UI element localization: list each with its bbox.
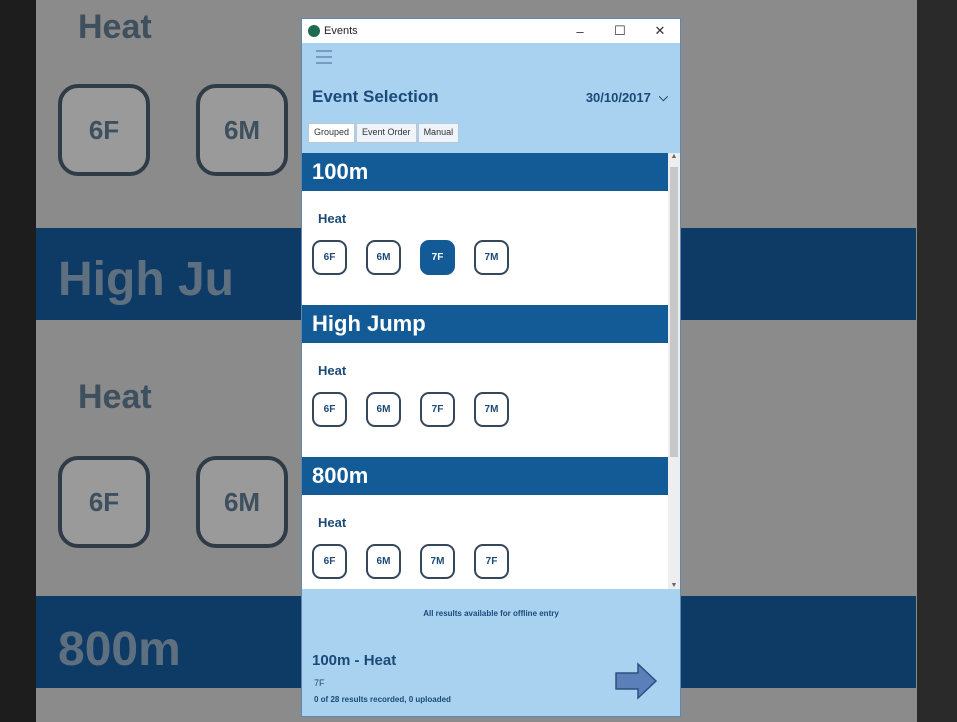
minimize-button[interactable]: –: [560, 24, 600, 39]
footer-panel: All results available for offline entry …: [302, 589, 680, 716]
date-picker[interactable]: 30/10/2017 ⌵: [586, 90, 668, 105]
event-group-high-jump: Heat 6F 6M 7F 7M: [302, 343, 668, 457]
heat-label: Heat: [318, 211, 347, 226]
heat-button-6m[interactable]: 6M: [366, 240, 401, 275]
heat-button-6f[interactable]: 6F: [312, 240, 347, 275]
bg-high-jump: High Ju: [58, 253, 234, 306]
page-title: Event Selection: [312, 87, 439, 106]
chevron-down-icon: ⌵: [658, 89, 668, 104]
heat-button-7f[interactable]: 7F: [474, 544, 509, 579]
bg-800m: 800m: [58, 623, 181, 676]
heat-button-6f[interactable]: 6F: [312, 544, 347, 579]
right-arrow-icon[interactable]: [614, 661, 658, 701]
heat-button-6f[interactable]: 6F: [312, 392, 347, 427]
heat-button-6m[interactable]: 6M: [366, 392, 401, 427]
heat-button-6m[interactable]: 6M: [366, 544, 401, 579]
heat-button-7m[interactable]: 7M: [474, 392, 509, 427]
close-button[interactable]: ✕: [640, 23, 680, 39]
bg-btn-6f-2: 6F: [58, 456, 150, 548]
vertical-scrollbar[interactable]: ▲ ▼: [668, 153, 680, 589]
scroll-up-icon[interactable]: ▲: [668, 153, 680, 160]
bg-heat-mid: Heat: [78, 378, 152, 416]
event-list[interactable]: 100m Heat 6F 6M 7F 7M High Jump Heat 6F …: [302, 153, 668, 589]
bg-heat-top: Heat: [78, 8, 152, 46]
heat-button-row: 6F 6M 7F 7M: [302, 378, 668, 427]
bg-btn-6m: 6M: [196, 84, 288, 176]
left-black-bar: [0, 0, 36, 722]
event-group-800m: Heat 6F 6M 7M 7F: [302, 495, 668, 589]
app-logo-icon: [308, 25, 320, 37]
scroll-down-icon[interactable]: ▼: [668, 582, 680, 589]
menu-row: [302, 43, 680, 71]
title-bar: Events – ☐ ✕: [302, 19, 680, 43]
heat-button-7f[interactable]: 7F: [420, 392, 455, 427]
selected-event-title: 100m - Heat: [312, 652, 397, 669]
tab-manual[interactable]: Manual: [417, 123, 460, 143]
bg-btn-6f: 6F: [58, 84, 150, 176]
offline-note: All results available for offline entry: [423, 609, 559, 618]
results-status: 0 of 28 results recorded, 0 uploaded: [314, 695, 451, 704]
heat-label: Heat: [318, 515, 347, 530]
heat-button-7m[interactable]: 7M: [474, 240, 509, 275]
event-header-100m: 100m: [302, 153, 668, 191]
bg-btn-6m-2: 6M: [196, 456, 288, 548]
heat-button-7f-selected[interactable]: 7F: [420, 240, 455, 275]
tab-bar: Grouped Event Order Manual: [302, 123, 680, 143]
event-group-100m: Heat 6F 6M 7F 7M: [302, 191, 668, 305]
right-dark-bar: [917, 0, 957, 722]
event-header-high-jump: High Jump: [302, 305, 668, 343]
selected-heat: 7F: [314, 678, 325, 688]
events-window: Events – ☐ ✕ Event Selection 30/10/2017 …: [302, 19, 680, 716]
tab-event-order[interactable]: Event Order: [356, 123, 417, 143]
heat-button-row: 6F 6M 7F 7M: [302, 226, 668, 275]
heat-button-7m[interactable]: 7M: [420, 544, 455, 579]
heat-button-row: 6F 6M 7M 7F: [302, 530, 668, 579]
maximize-button[interactable]: ☐: [600, 23, 640, 39]
window-title: Events: [324, 25, 358, 37]
date-value: 30/10/2017: [585, 89, 651, 105]
hamburger-icon[interactable]: [316, 50, 332, 64]
tab-grouped[interactable]: Grouped: [308, 123, 356, 143]
scroll-thumb[interactable]: [670, 167, 678, 457]
header-row: Event Selection 30/10/2017 ⌵: [302, 71, 680, 123]
heat-label: Heat: [318, 363, 347, 378]
event-header-800m: 800m: [302, 457, 668, 495]
